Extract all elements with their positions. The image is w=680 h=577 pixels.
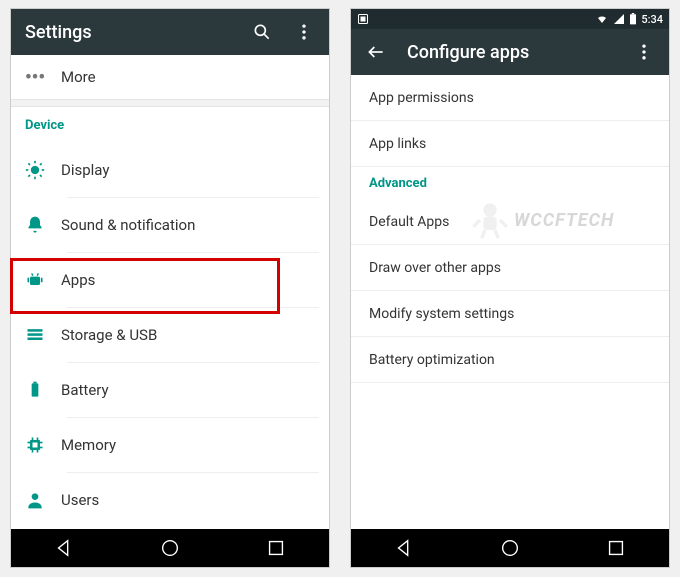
status-time: 5:34 bbox=[641, 13, 663, 26]
appbar-settings: Settings bbox=[11, 9, 329, 55]
configure-apps-screen: 5:34 Configure apps App permissions App … bbox=[350, 8, 670, 568]
item-battery-optimization[interactable]: Battery optimization bbox=[351, 337, 669, 383]
display-icon bbox=[25, 160, 61, 180]
item-label: Draw over other apps bbox=[369, 260, 501, 276]
navbar bbox=[351, 529, 669, 567]
settings-item-battery[interactable]: Battery bbox=[11, 363, 329, 417]
settings-item-label: Storage & USB bbox=[61, 326, 157, 344]
item-app-permissions[interactable]: App permissions bbox=[351, 75, 669, 121]
battery-status-icon bbox=[629, 13, 637, 25]
overflow-menu-icon[interactable] bbox=[293, 21, 315, 43]
settings-item-display[interactable]: Display bbox=[11, 143, 329, 197]
overflow-menu-icon[interactable] bbox=[633, 41, 655, 63]
nav-recent-icon[interactable] bbox=[246, 537, 306, 559]
statusbar: 5:34 bbox=[351, 9, 669, 29]
device-subheader: Device bbox=[11, 107, 329, 143]
settings-item-label: Sound & notification bbox=[61, 216, 195, 234]
back-arrow-icon[interactable] bbox=[365, 41, 387, 63]
navbar bbox=[11, 529, 329, 567]
settings-item-storage[interactable]: Storage & USB bbox=[11, 308, 329, 362]
configure-content: App permissions App links Advanced Defau… bbox=[351, 75, 669, 529]
settings-item-label: Display bbox=[61, 161, 109, 179]
item-label: Modify system settings bbox=[369, 306, 514, 322]
nav-back-icon[interactable] bbox=[374, 537, 434, 559]
settings-screen: Settings ••• More Device Display Sound &… bbox=[10, 8, 330, 568]
settings-item-label: More bbox=[61, 68, 96, 86]
settings-content: ••• More Device Display Sound & notifica… bbox=[11, 55, 329, 529]
item-label: App links bbox=[369, 136, 426, 152]
nav-home-icon[interactable] bbox=[140, 537, 200, 559]
nav-home-icon[interactable] bbox=[480, 537, 540, 559]
memory-icon bbox=[25, 435, 61, 455]
settings-item-sound[interactable]: Sound & notification bbox=[11, 198, 329, 252]
screenshot-icon bbox=[357, 13, 369, 25]
search-icon[interactable] bbox=[251, 21, 273, 43]
advanced-subheader: Advanced bbox=[351, 167, 669, 199]
item-draw-over[interactable]: Draw over other apps bbox=[351, 245, 669, 291]
settings-item-label: Memory bbox=[61, 436, 116, 454]
settings-item-label: Battery bbox=[61, 381, 109, 399]
nav-back-icon[interactable] bbox=[34, 537, 94, 559]
settings-item-label: Apps bbox=[61, 271, 95, 289]
item-label: Default Apps bbox=[369, 214, 449, 230]
section-separator bbox=[11, 99, 329, 107]
item-label: App permissions bbox=[369, 90, 474, 106]
settings-item-apps[interactable]: Apps bbox=[11, 253, 329, 307]
appbar-title: Settings bbox=[25, 22, 231, 43]
wifi-icon bbox=[595, 13, 609, 25]
signal-icon bbox=[613, 13, 625, 25]
item-label: Battery optimization bbox=[369, 352, 495, 368]
item-modify-system[interactable]: Modify system settings bbox=[351, 291, 669, 337]
person-icon bbox=[25, 490, 61, 510]
settings-item-label: Users bbox=[61, 491, 99, 509]
settings-item-more[interactable]: ••• More bbox=[11, 55, 329, 99]
android-icon bbox=[25, 270, 61, 290]
item-app-links[interactable]: App links bbox=[351, 121, 669, 167]
item-default-apps[interactable]: Default Apps bbox=[351, 199, 669, 245]
appbar-configure: Configure apps bbox=[351, 29, 669, 75]
more-icon: ••• bbox=[25, 67, 61, 88]
appbar-title: Configure apps bbox=[407, 42, 613, 63]
nav-recent-icon[interactable] bbox=[586, 537, 646, 559]
settings-item-users[interactable]: Users bbox=[11, 473, 329, 527]
storage-icon bbox=[25, 325, 61, 345]
battery-icon bbox=[25, 380, 61, 400]
bell-icon bbox=[25, 215, 61, 235]
settings-item-memory[interactable]: Memory bbox=[11, 418, 329, 472]
